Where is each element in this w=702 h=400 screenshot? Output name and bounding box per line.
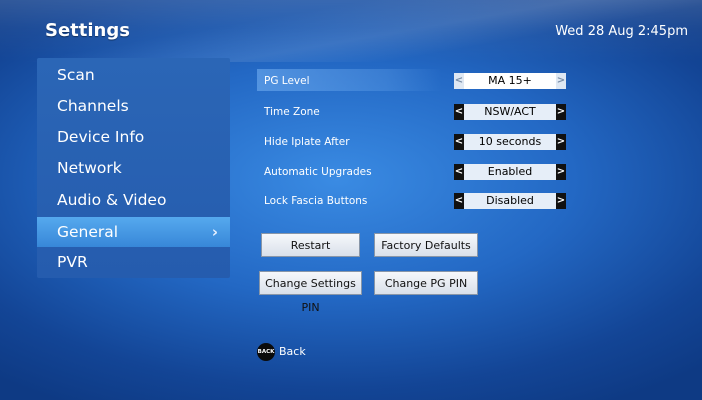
settings-sidebar: Scan Channels Device Info Network Audio … [37, 58, 230, 278]
sidebar-item-label: General [57, 223, 119, 241]
chevron-left-icon[interactable]: < [454, 134, 464, 150]
sidebar-item-label: Device Info [57, 128, 145, 146]
sidebar-item-label: Audio & Video [57, 191, 167, 209]
change-pg-pin-button[interactable]: Change PG PIN [374, 271, 478, 295]
sidebar-item-general[interactable]: General › [37, 217, 230, 247]
lock-fascia-selector[interactable]: < Disabled > [454, 193, 566, 209]
chevron-right-icon[interactable]: > [556, 193, 566, 209]
restart-button[interactable]: Restart [261, 233, 360, 257]
time-zone-label: Time Zone [264, 106, 320, 118]
sidebar-item-label: Scan [57, 66, 95, 84]
pg-level-label: PG Level [264, 75, 310, 87]
chevron-right-icon[interactable]: > [556, 134, 566, 150]
time-zone-selector[interactable]: < NSW/ACT > [454, 104, 566, 120]
chevron-right-icon[interactable]: > [556, 164, 566, 180]
automatic-upgrades-label: Automatic Upgrades [264, 166, 372, 178]
lock-fascia-value: Disabled [464, 193, 556, 209]
chevron-left-icon[interactable]: < [454, 164, 464, 180]
chevron-right-icon: › [211, 223, 218, 241]
lock-fascia-label: Lock Fascia Buttons [264, 195, 368, 207]
chevron-left-icon[interactable]: < [454, 73, 464, 89]
date-time: Wed 28 Aug 2:45pm [555, 24, 688, 39]
automatic-upgrades-value: Enabled [464, 164, 556, 180]
sidebar-item-device-info[interactable]: Device Info [37, 122, 230, 152]
chevron-right-icon[interactable]: > [556, 73, 566, 89]
pg-level-value: MA 15+ [464, 73, 556, 89]
hide-iplate-label: Hide Iplate After [264, 136, 350, 148]
factory-defaults-button[interactable]: Factory Defaults [374, 233, 478, 257]
hide-iplate-selector[interactable]: < 10 seconds > [454, 134, 566, 150]
page-title: Settings [45, 20, 130, 41]
hide-iplate-value: 10 seconds [464, 134, 556, 150]
back-icon[interactable]: BACK [257, 343, 275, 361]
chevron-right-icon[interactable]: > [556, 104, 566, 120]
chevron-left-icon[interactable]: < [454, 104, 464, 120]
sidebar-item-label: PVR [57, 253, 88, 271]
sidebar-item-audio-video[interactable]: Audio & Video [37, 185, 230, 215]
automatic-upgrades-selector[interactable]: < Enabled > [454, 164, 566, 180]
back-label[interactable]: Back [279, 345, 306, 359]
pg-level-selector[interactable]: < MA 15+ > [454, 73, 566, 89]
sidebar-item-scan[interactable]: Scan [37, 60, 230, 90]
sidebar-item-pvr[interactable]: PVR [37, 247, 230, 277]
sidebar-item-network[interactable]: Network [37, 153, 230, 183]
sidebar-item-label: Channels [57, 97, 129, 115]
change-settings-pin-button[interactable]: Change Settings PIN [259, 271, 362, 314]
chevron-left-icon[interactable]: < [454, 193, 464, 209]
sidebar-item-label: Network [57, 159, 122, 177]
sidebar-item-channels[interactable]: Channels [37, 91, 230, 121]
time-zone-value: NSW/ACT [464, 104, 556, 120]
